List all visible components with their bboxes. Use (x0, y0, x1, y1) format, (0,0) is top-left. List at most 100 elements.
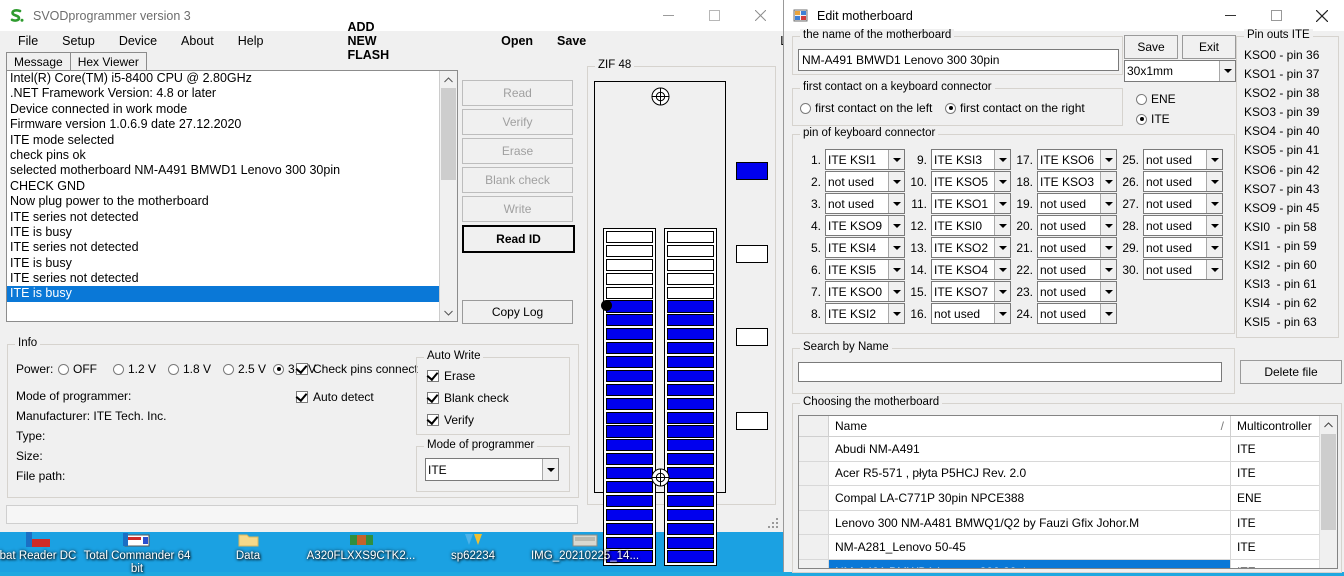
pin-16-combo[interactable]: not used (931, 303, 1011, 324)
pin-14-combo[interactable]: ITE KSO4 (931, 259, 1011, 280)
pin-26-combo[interactable]: not used (1143, 171, 1223, 192)
close-button[interactable] (1299, 0, 1344, 31)
chevron-down-icon[interactable] (888, 194, 904, 213)
menu-add-new-flash[interactable]: ADD NEW FLASH (337, 17, 399, 65)
read-button[interactable]: Read (462, 80, 573, 106)
pin-30-combo[interactable]: not used (1143, 259, 1223, 280)
menu-save[interactable]: Save (547, 31, 596, 51)
pin-22-combo[interactable]: not used (1037, 259, 1117, 280)
pin-17-combo[interactable]: ITE KSO6 (1037, 149, 1117, 170)
pin-5-combo[interactable]: ITE KSI4 (825, 237, 905, 258)
pin-21-combo[interactable]: not used (1037, 237, 1117, 258)
message-log-list[interactable]: Intel(R) Core(TM) i5-8400 CPU @ 2.80GHz.… (6, 70, 458, 322)
first-contact-left-radio[interactable]: first contact on the left (800, 101, 932, 115)
menu-file[interactable]: File (8, 31, 48, 51)
log-scrollbar[interactable] (439, 71, 457, 321)
pin-7-combo[interactable]: ITE KSO0 (825, 281, 905, 302)
chevron-down-icon[interactable] (994, 172, 1010, 191)
chevron-down-icon[interactable] (888, 260, 904, 279)
chevron-down-icon[interactable] (994, 150, 1010, 169)
pin-10-combo[interactable]: ITE KSO5 (931, 171, 1011, 192)
table-scroll-up-icon[interactable] (1320, 416, 1337, 433)
table-row[interactable]: NM-A281_Lenovo 50-45 ITE (799, 535, 1337, 560)
log-line[interactable]: ITE series not detected (7, 240, 440, 255)
log-line[interactable]: Device connected in work mode (7, 102, 440, 117)
log-line[interactable]: ITE is busy (7, 256, 440, 271)
mode-of-programmer-combo[interactable]: ITE (425, 458, 559, 481)
package-size-combo[interactable]: 30x1mm (1124, 60, 1236, 82)
chevron-down-icon[interactable] (994, 194, 1010, 213)
chevron-down-icon[interactable] (1206, 150, 1222, 169)
chevron-down-icon[interactable] (888, 216, 904, 235)
power-option-1v8[interactable]: 1.8 V (168, 362, 211, 376)
chevron-down-icon[interactable] (1206, 216, 1222, 235)
log-line[interactable]: .NET Framework Version: 4.8 or later (7, 86, 440, 101)
tab-message[interactable]: Message (6, 52, 71, 71)
write-button[interactable]: Write (462, 196, 573, 222)
desktop-icon-img-20210225[interactable]: IMG_20210225_14... (530, 532, 640, 563)
pin-23-combo[interactable]: not used (1037, 281, 1117, 302)
chevron-down-icon[interactable] (542, 459, 558, 480)
chevron-down-icon[interactable] (1100, 260, 1116, 279)
maximize-button[interactable] (691, 0, 737, 31)
chevron-down-icon[interactable] (994, 216, 1010, 235)
chevron-down-icon[interactable] (1100, 216, 1116, 235)
log-scroll-up-icon[interactable] (440, 71, 457, 88)
table-row[interactable]: Abudi NM-A491 ITE (799, 437, 1337, 462)
exit-button[interactable]: Exit (1182, 35, 1236, 59)
check-pins-connect-checkbox[interactable]: Check pins connect (296, 362, 418, 376)
menu-setup[interactable]: Setup (52, 31, 105, 51)
delete-file-button[interactable]: Delete file (1240, 360, 1342, 384)
tab-hex-viewer[interactable]: Hex Viewer (69, 52, 147, 71)
pin-8-combo[interactable]: ITE KSI2 (825, 303, 905, 324)
chevron-down-icon[interactable] (1100, 172, 1116, 191)
chevron-down-icon[interactable] (1100, 282, 1116, 301)
pin-19-combo[interactable]: not used (1037, 193, 1117, 214)
log-line[interactable]: ITE is busy (7, 286, 440, 302)
menu-device[interactable]: Device (109, 31, 167, 51)
auto-write-blank-check-checkbox[interactable]: Blank check (427, 391, 509, 405)
blank-check-button[interactable]: Blank check (462, 167, 573, 193)
verify-button[interactable]: Verify (462, 109, 573, 135)
pin-6-combo[interactable]: ITE KSI5 (825, 259, 905, 280)
log-line[interactable]: selected motherboard NM-A491 BMWD1 Lenov… (7, 163, 440, 178)
chevron-down-icon[interactable] (1100, 304, 1116, 323)
first-contact-right-radio[interactable]: first contact on the right (945, 101, 1085, 115)
minimize-button[interactable] (645, 0, 691, 31)
table-row[interactable]: ▶NM-A491 BMWD1 Lenovo 300 30pinITE (799, 559, 1337, 568)
menu-about[interactable]: About (171, 31, 224, 51)
log-scroll-down-icon[interactable] (440, 304, 457, 321)
pin-3-combo[interactable]: not used (825, 193, 905, 214)
pin-4-combo[interactable]: ITE KSO9 (825, 215, 905, 236)
power-option-1v2[interactable]: 1.2 V (113, 362, 156, 376)
power-option-2v5[interactable]: 2.5 V (223, 362, 266, 376)
auto-write-erase-checkbox[interactable]: Erase (427, 369, 475, 383)
log-line[interactable]: Intel(R) Core(TM) i5-8400 CPU @ 2.80GHz (7, 71, 440, 86)
pin-15-combo[interactable]: ITE KSO7 (931, 281, 1011, 302)
desktop-icon-sp62234[interactable]: sp62234 (418, 532, 528, 563)
minimize-button[interactable] (1207, 0, 1253, 31)
erase-button[interactable]: Erase (462, 138, 573, 164)
chevron-down-icon[interactable] (888, 150, 904, 169)
table-row[interactable]: Compal LA-C771P 30pin NPCE388 ENE (799, 486, 1337, 511)
motherboard-table[interactable]: Name / Multicontroller Abudi NM-A491 ITE A… (798, 415, 1338, 569)
controller-ite-radio[interactable]: ITE (1136, 112, 1170, 126)
chevron-down-icon[interactable] (1206, 238, 1222, 257)
power-option-off[interactable]: OFF (58, 362, 97, 376)
desktop-icon-data[interactable]: Data (193, 532, 303, 563)
chevron-down-icon[interactable] (1206, 194, 1222, 213)
chevron-down-icon[interactable] (1206, 172, 1222, 191)
desktop-icon-total-commander[interactable]: Total Commander 64 bit (82, 532, 192, 576)
pin-20-combo[interactable]: not used (1037, 215, 1117, 236)
chevron-down-icon[interactable] (1100, 194, 1116, 213)
desktop-icon-a320flxxs9ctk2[interactable]: A320FLXXS9CTK2... (306, 532, 416, 563)
auto-write-verify-checkbox[interactable]: Verify (427, 413, 474, 427)
log-line[interactable]: Now plug power to the motherboard (7, 194, 440, 209)
desktop-icon-acrobat[interactable]: bat Reader DC (0, 532, 93, 563)
log-line[interactable]: check pins ok (7, 148, 440, 163)
table-row[interactable]: Acer R5-571 , płyta P5HCJ Rev. 2.0 ITE (799, 461, 1337, 487)
table-row[interactable]: Lenovo 300 NM-A481 BMWQ1/Q2 by Fauzi Gfi… (799, 510, 1337, 536)
controller-ene-radio[interactable]: ENE (1136, 92, 1176, 106)
pin-24-combo[interactable]: not used (1037, 303, 1117, 324)
save-button[interactable]: Save (1124, 35, 1178, 59)
